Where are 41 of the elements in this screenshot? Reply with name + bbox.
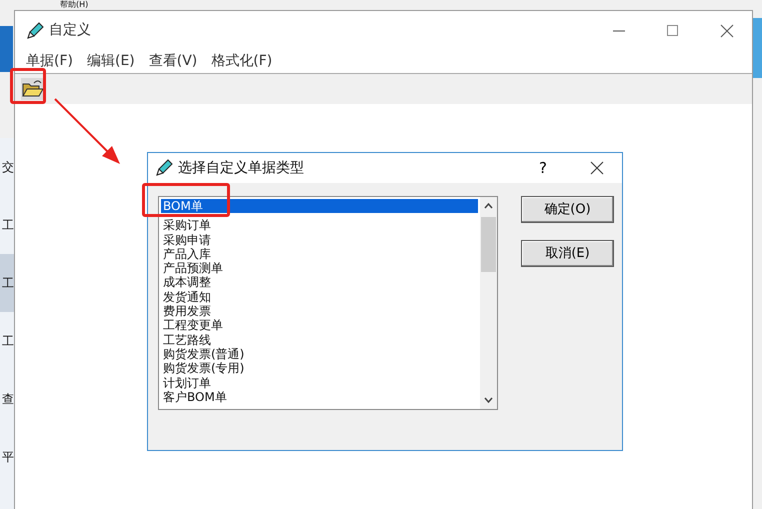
sidebar-item[interactable]: 工 bbox=[0, 312, 14, 370]
pen-icon bbox=[25, 20, 45, 40]
sidebar-item[interactable]: 交 bbox=[0, 138, 14, 196]
highlight-frame bbox=[10, 68, 46, 104]
help-button[interactable]: ? bbox=[518, 153, 568, 183]
sidebar-item[interactable]: 工 bbox=[0, 196, 14, 254]
menu-item[interactable]: 格式化(F) bbox=[204, 51, 280, 72]
list-item[interactable]: 发货通知 bbox=[161, 290, 478, 304]
open-folder-icon[interactable] bbox=[21, 78, 45, 100]
list-item[interactable]: 产品入库 bbox=[161, 246, 478, 262]
menu-item[interactable]: 编辑(E) bbox=[80, 51, 142, 72]
pen-icon bbox=[154, 158, 174, 178]
dialog-title: 选择自定义单据类型 bbox=[178, 158, 304, 178]
list-item[interactable]: 工程变更单 bbox=[161, 318, 478, 333]
sidebar-item[interactable]: 平 bbox=[0, 428, 14, 486]
scrollbar[interactable] bbox=[480, 197, 497, 409]
menu-item[interactable]: 帮助(H) bbox=[60, 0, 88, 9]
close-icon bbox=[590, 161, 604, 175]
list-item[interactable]: 购货发票(专用) bbox=[161, 361, 478, 376]
list-item[interactable]: 采购订单 bbox=[161, 218, 478, 233]
list-item[interactable]: BOM单 bbox=[161, 199, 478, 214]
list-item[interactable]: 工艺路线 bbox=[161, 332, 478, 347]
maximize-icon bbox=[667, 24, 679, 36]
list-box[interactable]: BOM单 采购订单 采购申请 产品入库 产品预测单 成本调整 发货通知 费用发票 工程变更单 工艺路线 购货发票(普通) 购货发票(专用) 计划订单 客户BOM单 bbox=[158, 196, 498, 410]
list-item[interactable]: 计划订单 bbox=[161, 376, 478, 390]
scroll-thumb[interactable] bbox=[481, 217, 496, 272]
ok-button[interactable]: 确定(O) bbox=[521, 196, 614, 223]
window-title: 自定义 bbox=[49, 21, 91, 40]
list-item[interactable]: 产品预测单 bbox=[161, 261, 478, 276]
window-edge bbox=[753, 18, 762, 78]
cancel-button[interactable]: 取消(E) bbox=[521, 240, 614, 267]
sidebar-item[interactable]: 工 bbox=[0, 254, 14, 312]
list-item[interactable]: 客户BOM单 bbox=[161, 390, 478, 404]
list-item[interactable]: 成本调整 bbox=[161, 275, 478, 290]
menu-item[interactable]: 查看(V) bbox=[142, 51, 204, 72]
sidebar-item[interactable]: 查 bbox=[0, 370, 14, 428]
close-icon bbox=[720, 24, 734, 38]
list-item[interactable]: 购货发票(普通) bbox=[161, 346, 478, 362]
list-item[interactable]: 采购申请 bbox=[161, 232, 478, 247]
menu-item[interactable]: 单据(F) bbox=[19, 51, 80, 72]
list-item[interactable]: 费用发票 bbox=[161, 304, 478, 318]
